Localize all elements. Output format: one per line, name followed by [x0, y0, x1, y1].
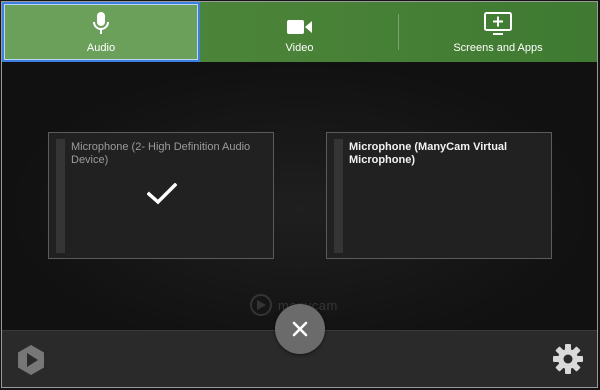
screen-add-icon: [484, 10, 512, 36]
device-card-manycam-virtual[interactable]: Microphone (ManyCam Virtual Microphone): [326, 132, 552, 259]
audio-level-meter: [334, 139, 343, 253]
watermark-logo-icon: [250, 294, 272, 316]
microphone-icon: [93, 10, 109, 36]
tab-screens-and-apps[interactable]: Screens and Apps: [399, 2, 597, 62]
app-logo-icon: [15, 344, 47, 381]
tab-screens-label: Screens and Apps: [453, 42, 543, 54]
device-card-high-definition-audio[interactable]: Microphone (2- High Definition Audio Dev…: [48, 132, 274, 259]
close-button[interactable]: [275, 304, 325, 354]
device-list-area: manycam Microphone (2- High Definition A…: [2, 62, 597, 330]
tab-audio[interactable]: Audio: [2, 2, 200, 62]
tab-audio-label: Audio: [86, 42, 116, 54]
settings-button[interactable]: [552, 343, 584, 380]
checkmark-icon: [146, 182, 178, 210]
video-camera-icon: [286, 10, 313, 36]
device-name: Microphone (ManyCam Virtual Microphone): [349, 141, 508, 166]
close-icon: [292, 321, 308, 337]
tab-video[interactable]: Video: [200, 2, 399, 62]
gear-icon: [553, 344, 583, 374]
audio-level-meter: [56, 139, 65, 253]
tab-video-label: Video: [285, 42, 314, 54]
source-tabs: Audio Video Screens and Apps: [2, 2, 597, 62]
app-window: Audio Video Screens and Apps Microphone …: [1, 1, 598, 388]
device-name: Microphone (2- High Definition Audio Dev…: [71, 141, 251, 166]
